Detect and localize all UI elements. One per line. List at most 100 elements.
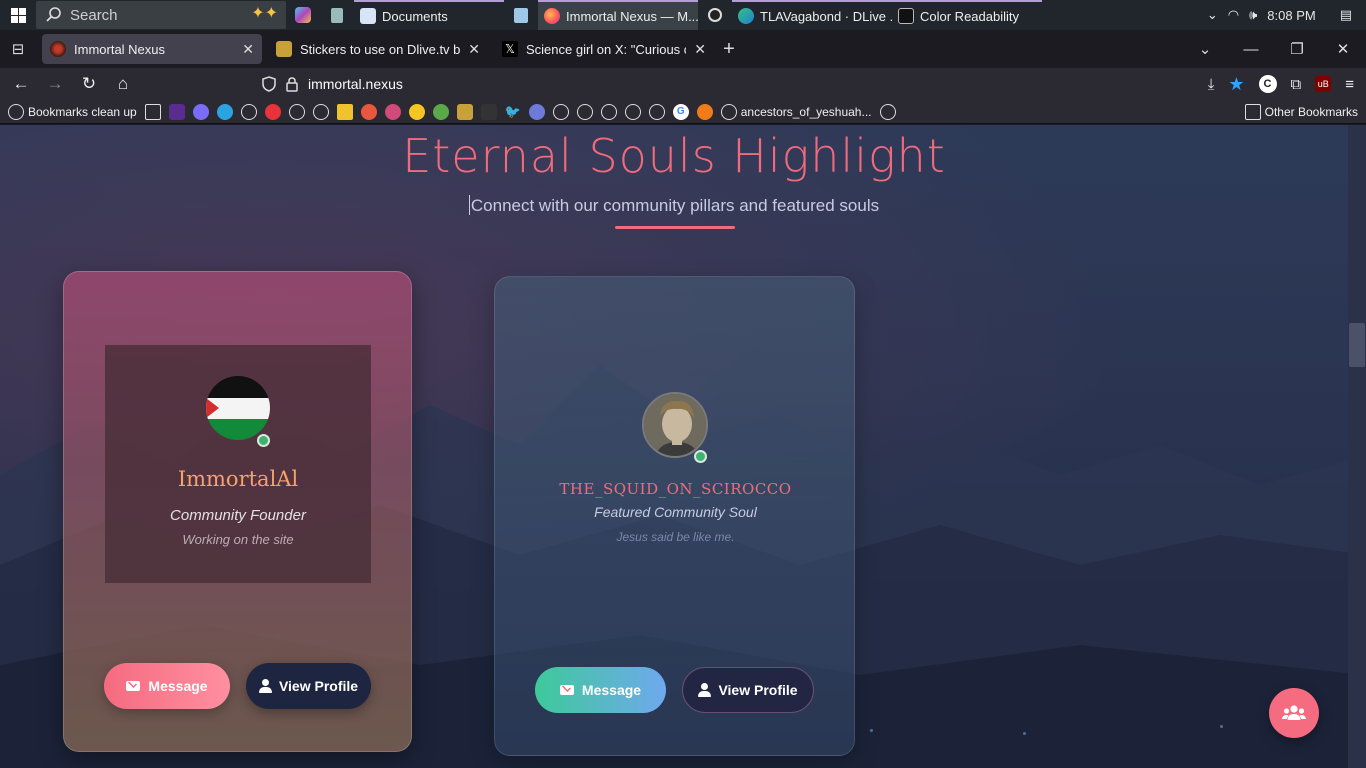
notification-icon[interactable]: ▤ (1340, 7, 1352, 23)
start-button[interactable] (0, 0, 36, 30)
folder-icon[interactable] (144, 103, 161, 120)
reload-icon[interactable]: ↻ (72, 68, 106, 100)
search-icon (46, 7, 61, 22)
community-fab-button[interactable] (1269, 688, 1319, 738)
view-profile-button[interactable]: View Profile (682, 667, 814, 713)
globe-icon[interactable] (600, 103, 617, 120)
search-placeholder: Search (70, 6, 118, 24)
globe-icon[interactable] (879, 103, 896, 120)
pill-icon[interactable] (384, 103, 401, 120)
globe-icon[interactable] (648, 103, 665, 120)
soul-status: Working on the site (182, 532, 294, 547)
copilot-icon[interactable] (286, 0, 320, 30)
tab-list-chevron-icon[interactable]: ⌄ (1182, 40, 1228, 58)
chevron-up-icon[interactable]: ⌄ (1207, 7, 1218, 23)
wifi-icon[interactable]: ◠ (1228, 7, 1239, 23)
forward-icon[interactable]: → (38, 68, 72, 100)
ublock-icon[interactable]: uB (1315, 76, 1332, 92)
portrait-photo (644, 394, 706, 456)
soul-role: Community Founder (170, 507, 306, 524)
globe-icon[interactable] (288, 103, 305, 120)
url-bar[interactable]: immortal.nexus (262, 68, 403, 100)
new-tab-button[interactable]: + (714, 38, 744, 61)
cloud-icon[interactable] (192, 103, 209, 120)
taskbar-search[interactable]: Search ✦✦ (36, 1, 286, 29)
tab-science-girl[interactable]: 𝕏 Science girl on X: "Curious coug ✕ (494, 34, 714, 64)
scrollbar-thumb[interactable] (1349, 323, 1365, 367)
close-tab-icon[interactable]: ✕ (242, 41, 254, 58)
taskbar-app-label: TLAVagabond · DLive ... (760, 8, 892, 24)
site-icon[interactable] (696, 103, 713, 120)
close-tab-icon[interactable]: ✕ (694, 41, 706, 58)
message-button-label: Message (581, 682, 642, 698)
bookmark-label: Bookmarks clean up (28, 104, 137, 119)
site-icon[interactable] (480, 103, 497, 120)
tab-immortal-nexus[interactable]: Immortal Nexus ✕ (42, 34, 262, 64)
tab-overview-icon[interactable]: ⊟ (0, 30, 36, 68)
taskbar-app-documents[interactable]: Documents (354, 0, 504, 30)
soul-name: THE_SQUID_ON_SCIROCCO (559, 480, 792, 498)
menu-icon[interactable]: ≡ (1345, 76, 1354, 93)
bookmark-label: ancestors_of_yeshuah... (740, 104, 872, 119)
frog-icon[interactable] (432, 103, 449, 120)
view-profile-label: View Profile (278, 678, 359, 694)
section-subtitle-text: Connect with our community pillars and f… (470, 196, 880, 215)
taskbar-app-edge[interactable]: TLAVagabond · DLive ... (732, 0, 892, 30)
page-content: Eternal Souls Highlight Connect with our… (0, 125, 1366, 768)
taskbar-app-terminal[interactable]: Color Readability (892, 0, 1042, 30)
globe-icon[interactable] (552, 103, 569, 120)
obs-icon[interactable] (698, 0, 732, 30)
message-button[interactable]: Message (104, 663, 230, 709)
bookmarks-bar: Bookmarks clean up 🐦 G ancestors_of_yesh… (0, 100, 1366, 124)
extensions-puzzle-icon[interactable]: ⧉ (1291, 76, 1302, 93)
site-icon[interactable] (408, 103, 425, 120)
calculator-icon[interactable] (320, 0, 354, 30)
twitter-icon[interactable]: 🐦 (505, 104, 521, 120)
clock[interactable]: 8:08 PM (1267, 8, 1315, 23)
tab-bar: ⊟ Immortal Nexus ✕ Stickers to use on Dl… (0, 30, 1366, 68)
close-tab-icon[interactable]: ✕ (468, 41, 480, 58)
globe-icon[interactable] (624, 103, 641, 120)
user-icon (698, 683, 712, 697)
notepad-icon[interactable] (504, 0, 538, 30)
scrollbar-track[interactable] (1348, 125, 1366, 768)
restore-icon[interactable]: ❐ (1274, 40, 1320, 58)
bookmark-ancestors[interactable]: ancestors_of_yeshuah... (720, 103, 872, 120)
site-icon[interactable] (360, 103, 377, 120)
terminal-icon (898, 8, 914, 24)
downloads-icon[interactable]: ⤓ (1208, 76, 1215, 93)
avatar[interactable] (642, 392, 708, 458)
minimize-icon[interactable]: — (1228, 41, 1274, 58)
avatar[interactable] (206, 376, 270, 440)
globe-icon[interactable] (576, 103, 593, 120)
extension-c-icon[interactable]: C (1258, 75, 1277, 93)
mail-icon[interactable] (168, 103, 185, 120)
close-window-icon[interactable]: ✕ (1320, 40, 1366, 58)
telegram-icon[interactable] (216, 103, 233, 120)
firefox-icon (544, 8, 560, 24)
bookmark-clean-up[interactable]: Bookmarks clean up (8, 103, 137, 120)
globe-icon[interactable] (240, 103, 257, 120)
tab-stickers[interactable]: Stickers to use on Dlive.tv by sp ✕ (268, 34, 488, 64)
sticker-icon[interactable] (456, 103, 473, 120)
x-logo-icon: 𝕏 (502, 41, 518, 57)
google-icon[interactable]: G (672, 103, 689, 120)
lock-icon (286, 76, 298, 92)
envelope-icon (126, 681, 141, 691)
site-icon[interactable] (336, 103, 353, 120)
back-icon[interactable]: ← (4, 68, 38, 100)
taskbar-app-firefox[interactable]: Immortal Nexus — M... (538, 0, 698, 30)
message-button[interactable]: Message (535, 667, 666, 713)
volume-icon[interactable]: 🕪 (1249, 7, 1257, 23)
other-bookmarks[interactable]: Other Bookmarks (1244, 103, 1366, 120)
site-icon[interactable] (264, 103, 281, 120)
view-profile-button[interactable]: View Profile (246, 663, 371, 709)
home-icon[interactable]: ⌂ (106, 68, 140, 100)
globe-icon[interactable] (312, 103, 329, 120)
bookmark-star-icon[interactable]: ★ (1228, 74, 1244, 95)
taskbar-app-label: Documents (382, 8, 448, 24)
online-status-dot (257, 434, 270, 447)
document-icon (360, 8, 376, 24)
window-controls: ⌄ — ❐ ✕ (1182, 40, 1366, 59)
site-icon[interactable] (528, 103, 545, 120)
